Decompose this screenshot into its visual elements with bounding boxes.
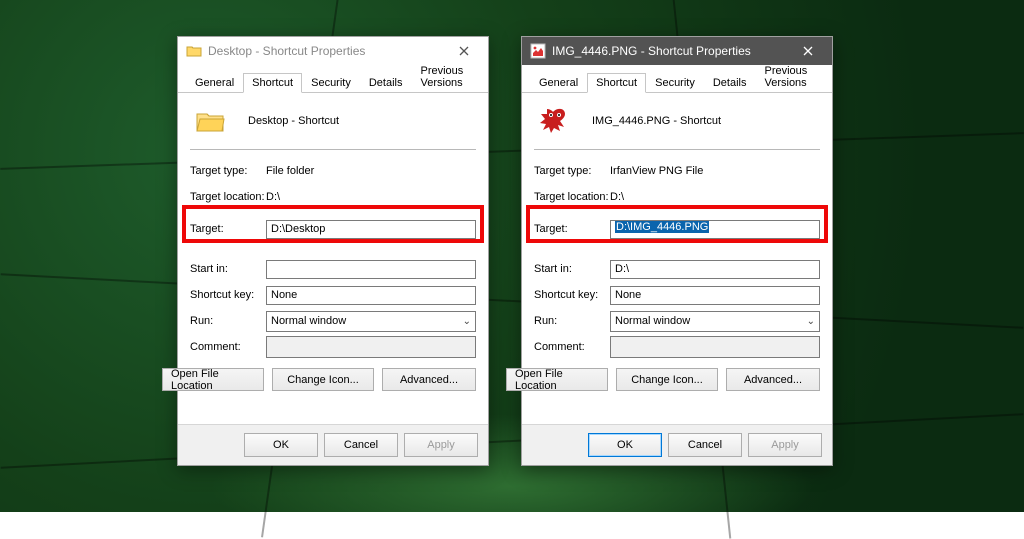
apply-button[interactable]: Apply <box>404 433 478 457</box>
close-icon <box>803 46 813 56</box>
irfanview-icon <box>538 105 570 137</box>
target-input-selection: D:\IMG_4446.PNG <box>615 221 709 233</box>
advanced-button[interactable]: Advanced... <box>726 368 820 391</box>
label-comment: Comment: <box>534 341 610 353</box>
folder-icon <box>194 105 226 137</box>
tab-security[interactable]: Security <box>646 73 704 92</box>
value-target-location: D:\ <box>266 191 280 203</box>
label-shortcut-key: Shortcut key: <box>534 289 610 301</box>
run-select-value: Normal window <box>271 315 346 327</box>
label-target-location: Target location: <box>534 191 610 203</box>
label-target-location: Target location: <box>190 191 266 203</box>
dialog-footer: OK Cancel Apply <box>522 424 832 465</box>
shortcut-name: Desktop - Shortcut <box>248 115 339 127</box>
image-file-icon <box>530 43 546 59</box>
label-start-in: Start in: <box>534 263 610 275</box>
shortcut-key-input[interactable] <box>610 286 820 305</box>
comment-input[interactable] <box>266 336 476 358</box>
label-shortcut-key: Shortcut key: <box>190 289 266 301</box>
label-target-type: Target type: <box>534 165 610 177</box>
tab-previous-versions[interactable]: Previous Versions <box>411 61 482 92</box>
label-target: Target: <box>190 223 266 235</box>
apply-button[interactable]: Apply <box>748 433 822 457</box>
folder-shortcut-icon <box>186 43 202 59</box>
tabstrip: General Shortcut Security Details Previo… <box>522 65 832 93</box>
ok-button[interactable]: OK <box>588 433 662 457</box>
label-run: Run: <box>190 315 266 327</box>
chevron-down-icon: ⌄ <box>463 316 471 327</box>
label-target-type: Target type: <box>190 165 266 177</box>
ok-button[interactable]: OK <box>244 433 318 457</box>
tab-previous-versions[interactable]: Previous Versions <box>755 61 826 92</box>
run-select[interactable]: Normal window ⌄ <box>266 311 476 332</box>
comment-input[interactable] <box>610 336 820 358</box>
target-input[interactable]: D:\IMG_4446.PNG <box>610 220 820 239</box>
close-icon <box>459 46 469 56</box>
tab-details[interactable]: Details <box>360 73 412 92</box>
value-target-type: IrfanView PNG File <box>610 165 703 177</box>
start-in-input[interactable] <box>266 260 476 279</box>
window-title: Desktop - Shortcut Properties <box>208 44 444 58</box>
label-run: Run: <box>534 315 610 327</box>
shortcut-name: IMG_4446.PNG - Shortcut <box>592 115 721 127</box>
label-target: Target: <box>534 223 610 235</box>
advanced-button[interactable]: Advanced... <box>382 368 476 391</box>
properties-dialog-left: Desktop - Shortcut Properties General Sh… <box>177 36 489 466</box>
properties-dialog-right: IMG_4446.PNG - Shortcut Properties Gener… <box>521 36 833 466</box>
chevron-down-icon: ⌄ <box>807 316 815 327</box>
open-file-location-button[interactable]: Open File Location <box>162 368 264 391</box>
tab-security[interactable]: Security <box>302 73 360 92</box>
open-file-location-button[interactable]: Open File Location <box>506 368 608 391</box>
change-icon-button[interactable]: Change Icon... <box>272 368 374 391</box>
tabstrip: General Shortcut Security Details Previo… <box>178 65 488 93</box>
cancel-button[interactable]: Cancel <box>324 433 398 457</box>
window-title: IMG_4446.PNG - Shortcut Properties <box>552 44 788 58</box>
run-select-value: Normal window <box>615 315 690 327</box>
tab-general[interactable]: General <box>530 73 587 92</box>
run-select[interactable]: Normal window ⌄ <box>610 311 820 332</box>
tab-shortcut[interactable]: Shortcut <box>587 73 646 93</box>
value-target-location: D:\ <box>610 191 624 203</box>
target-input[interactable] <box>266 220 476 239</box>
tab-shortcut[interactable]: Shortcut <box>243 73 302 93</box>
desktop-wallpaper <box>0 0 1024 512</box>
tab-general[interactable]: General <box>186 73 243 92</box>
dialog-footer: OK Cancel Apply <box>178 424 488 465</box>
shortcut-key-input[interactable] <box>266 286 476 305</box>
label-start-in: Start in: <box>190 263 266 275</box>
tab-details[interactable]: Details <box>704 73 756 92</box>
start-in-input[interactable] <box>610 260 820 279</box>
value-target-type: File folder <box>266 165 314 177</box>
cancel-button[interactable]: Cancel <box>668 433 742 457</box>
change-icon-button[interactable]: Change Icon... <box>616 368 718 391</box>
label-comment: Comment: <box>190 341 266 353</box>
